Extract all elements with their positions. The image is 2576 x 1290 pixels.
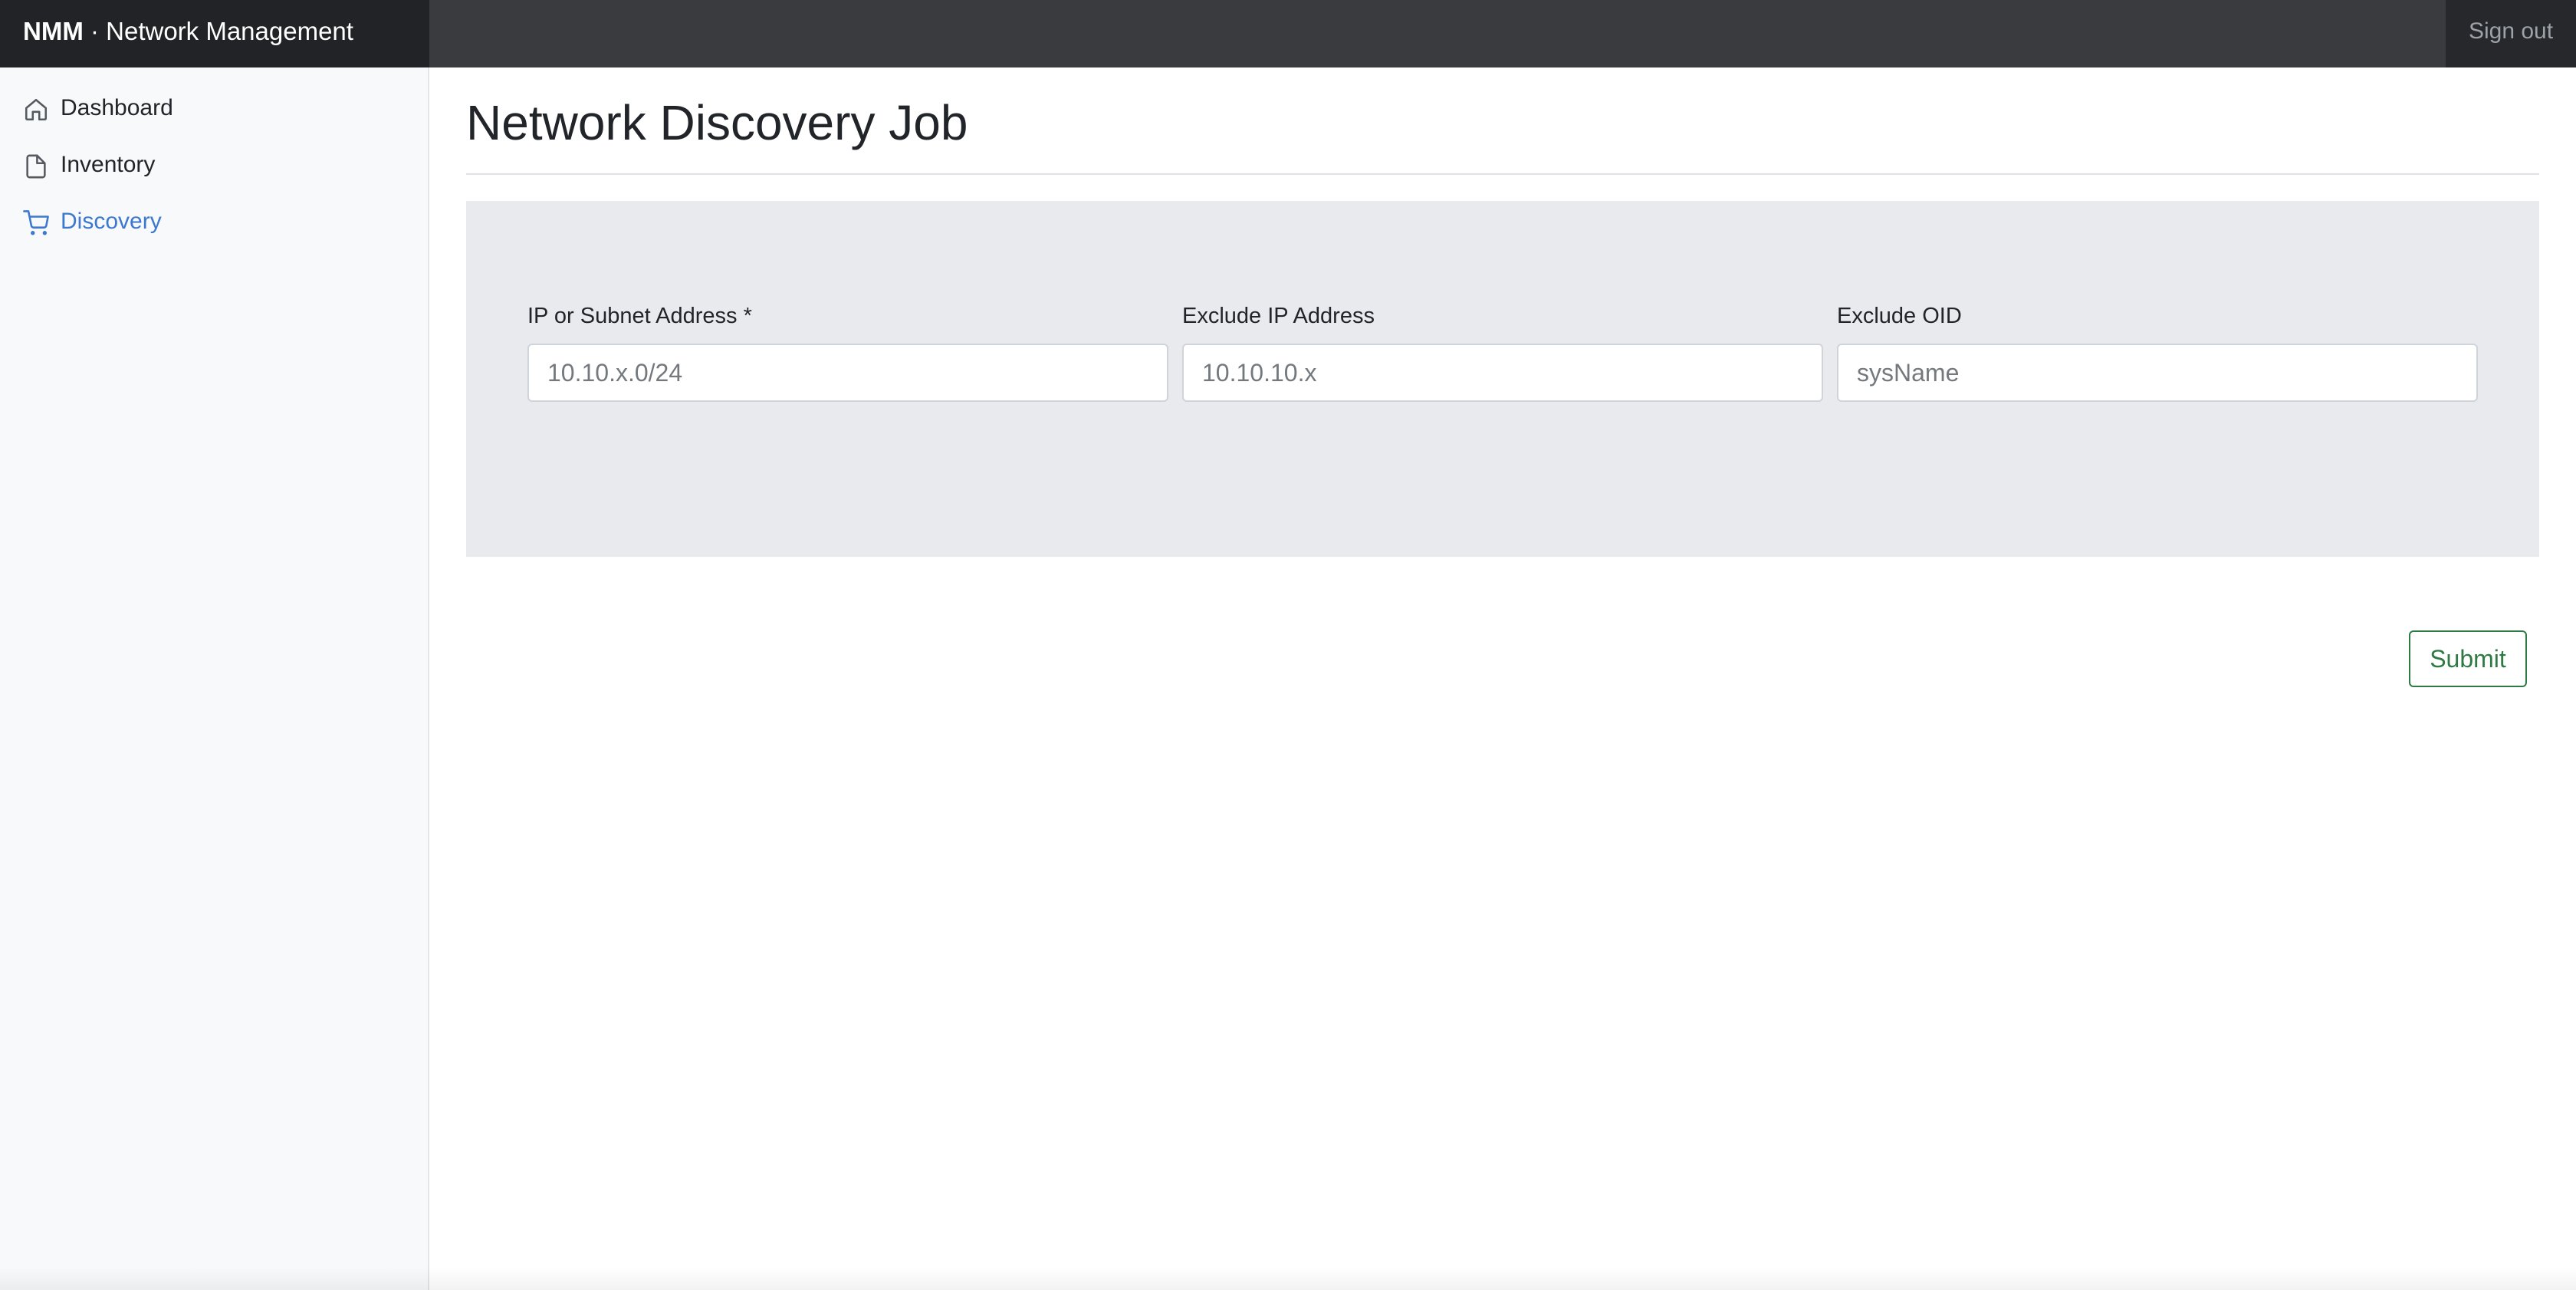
sign-out-link[interactable]: Sign out — [2446, 0, 2576, 67]
file-icon — [23, 153, 49, 179]
brand-name: Network Management — [106, 17, 353, 45]
brand-logo[interactable]: NMM · Network Management — [0, 0, 429, 67]
title-divider — [466, 173, 2539, 175]
brand-separator: · — [83, 17, 107, 45]
sidebar-item-inventory[interactable]: Inventory — [0, 142, 428, 188]
page-title: Network Discovery Job — [466, 95, 968, 150]
exclude-ip-label: Exclude IP Address — [1182, 304, 1375, 328]
top-navbar: NMM · Network Management Sign out — [0, 0, 2576, 67]
home-icon — [23, 97, 49, 123]
sidebar-item-label: Dashboard — [61, 95, 173, 120]
sidebar-item-dashboard[interactable]: Dashboard — [0, 85, 428, 131]
sidebar-item-discovery[interactable]: Discovery — [0, 199, 428, 245]
brand-abbreviation: NMM — [23, 17, 84, 45]
submit-button[interactable]: Submit — [2409, 630, 2527, 687]
exclude-oid-input[interactable] — [1837, 344, 2478, 402]
shopping-cart-icon — [23, 210, 49, 236]
sidebar-item-label: Inventory — [61, 152, 156, 177]
ip-subnet-label: IP or Subnet Address * — [527, 304, 752, 328]
exclude-oid-label: Exclude OID — [1837, 304, 1962, 328]
ip-subnet-input[interactable] — [527, 344, 1168, 402]
sidebar-item-label: Discovery — [61, 209, 162, 234]
sidebar: Dashboard Inventory Discovery — [0, 67, 429, 1290]
exclude-ip-input[interactable] — [1182, 344, 1823, 402]
